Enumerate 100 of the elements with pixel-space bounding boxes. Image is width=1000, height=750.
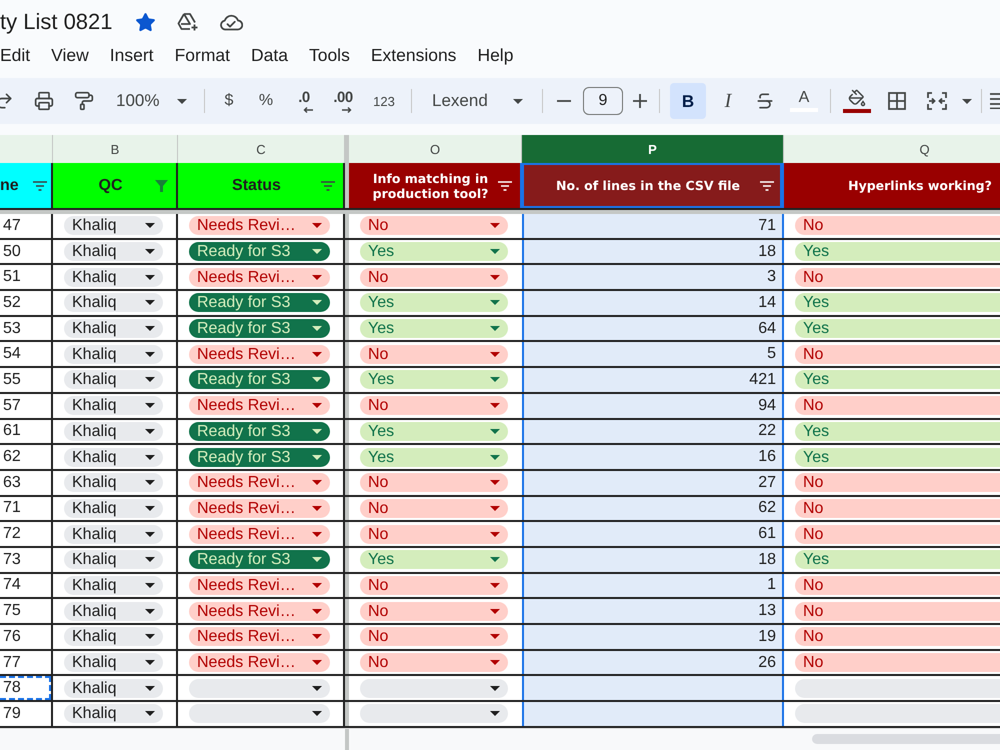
dropdown-chip[interactable]: Ready for S3 [189,242,330,262]
dropdown-chip[interactable]: Khaliq [64,473,163,492]
decimal-button[interactable]: .0 [289,85,319,117]
dropdown-chip[interactable]: Khaliq [64,498,163,518]
dropdown-chip[interactable]: Khaliq [64,678,163,698]
dropdown-chip[interactable]: No [795,473,1000,492]
dropdown-chip[interactable]: Needs Revi… [189,498,330,518]
dropdown-chip[interactable]: No [360,473,508,492]
dropdown-chip[interactable]: No [360,653,508,672]
font-dropdown[interactable]: Lexend [422,85,532,117]
format-button[interactable]: % [251,85,281,117]
dropdown-chip[interactable]: No [360,602,508,621]
dropdown-chip[interactable]: No [795,268,1000,287]
dropdown-chip[interactable]: Yes [795,242,1000,262]
font-size-field[interactable]: 9 [583,87,623,115]
dropdown-chip[interactable]: Khaliq [64,602,163,621]
dropdown-chip[interactable]: No [360,627,508,646]
dropdown-chip[interactable]: No [795,576,1000,595]
dropdown-chip[interactable]: No [795,653,1000,672]
dropdown-chip[interactable]: Yes [360,242,508,262]
text-style-button[interactable]: I [714,83,742,119]
dropdown-chip[interactable]: Needs Revi… [189,344,330,364]
decimal-button[interactable]: .00 [327,85,359,117]
dropdown-chip[interactable]: Needs Revi… [189,396,330,416]
dropdown-chip[interactable]: Ready for S3 [189,448,330,467]
drive-add-icon[interactable] [176,11,199,33]
dropdown-chip[interactable]: No [795,498,1000,518]
dropdown-chip[interactable]: Needs Revi… [189,627,330,646]
text-style-button[interactable]: B [670,83,706,119]
dropdown-chip[interactable]: Khaliq [64,550,163,570]
dropdown-chip[interactable]: No [360,524,508,544]
filter-icon[interactable] [33,180,47,190]
dropdown-chip[interactable]: Khaliq [64,370,163,390]
dropdown-chip[interactable]: Yes [795,319,1000,338]
dropdown-chip[interactable]: Ready for S3 [189,319,330,338]
column-letter[interactable]: P [522,135,784,163]
dropdown-chip[interactable]: No [795,627,1000,646]
menu-item[interactable]: Tools [308,44,350,66]
dropdown-chip[interactable]: Yes [360,448,508,467]
format-button[interactable]: $ [215,85,243,117]
dropdown-chip[interactable]: Khaliq [64,524,163,544]
dropdown-chip[interactable]: No [360,344,508,364]
dropdown-chip[interactable]: Needs Revi… [189,602,330,621]
dropdown-chip[interactable]: Khaliq [64,653,163,672]
dropdown-chip[interactable]: Yes [360,319,508,338]
dropdown-chip[interactable]: Ready for S3 [189,550,330,570]
dropdown-chip[interactable]: Yes [795,293,1000,312]
dropdown-chip[interactable]: Yes [360,422,508,441]
dropdown-chip[interactable]: Khaliq [64,319,163,338]
text-color-button[interactable]: A [788,85,820,117]
dropdown-chip[interactable]: No [360,396,508,416]
dropdown-chip[interactable]: Yes [795,550,1000,570]
dropdown-chip[interactable]: No [795,396,1000,416]
menu-item[interactable]: Data [251,44,288,66]
dropdown-chip[interactable]: Khaliq [64,293,163,312]
dropdown-chip[interactable]: Ready for S3 [189,422,330,441]
dropdown-chip[interactable]: Khaliq [64,396,163,416]
scrollbar-thumb[interactable] [812,734,1000,744]
dropdown-chip[interactable]: Yes [360,370,508,390]
dropdown-chip[interactable]: No [795,524,1000,544]
dropdown-chip[interactable]: No [795,216,1000,236]
zoom-dropdown[interactable]: 100% [108,85,194,117]
dropdown-chip[interactable]: Needs Revi… [189,653,330,672]
dropdown-chip[interactable]: Needs Revi… [189,473,330,492]
document-title[interactable]: ty List 0821 [0,9,113,35]
dropdown-chip[interactable]: Khaliq [64,242,163,262]
dropdown-chip[interactable]: No [360,498,508,518]
menu-item[interactable]: Format [174,44,230,66]
dropdown-chip[interactable]: Needs Revi… [189,216,330,236]
menu-item[interactable]: Insert [110,44,154,66]
dropdown-chip[interactable]: No [360,268,508,287]
dropdown-chip[interactable]: Needs Revi… [189,524,330,544]
menu-item[interactable]: Edit [0,44,30,66]
dropdown-chip[interactable]: Khaliq [64,344,163,364]
menu-item[interactable]: Extensions [370,44,456,66]
dropdown-chip[interactable]: Yes [795,422,1000,441]
dropdown-chip[interactable]: Yes [360,550,508,570]
dropdown-chip[interactable]: Ready for S3 [189,293,330,312]
dropdown-chip[interactable]: Yes [795,370,1000,390]
format-button[interactable]: 123 [367,85,401,117]
dropdown-chip[interactable]: Yes [795,448,1000,467]
dropdown-chip[interactable]: Khaliq [64,448,163,467]
dropdown-chip[interactable]: Khaliq [64,704,163,724]
dropdown-chip[interactable]: No [360,576,508,595]
dropdown-chip[interactable]: Needs Revi… [189,576,330,595]
dropdown-chip[interactable]: Khaliq [64,422,163,441]
dropdown-chip[interactable]: Khaliq [64,216,163,236]
dropdown-chip[interactable]: No [795,344,1000,364]
menu-item[interactable]: Help [477,44,514,66]
dropdown-chip[interactable]: Ready for S3 [189,370,330,390]
dropdown-chip[interactable]: Yes [360,293,508,312]
star-icon[interactable] [134,11,157,33]
dropdown-chip[interactable]: Needs Revi… [189,268,330,287]
dropdown-chip[interactable]: No [360,216,508,236]
dropdown-chip[interactable]: Khaliq [64,576,163,595]
dropdown-chip[interactable]: Khaliq [64,268,163,287]
filter-icon[interactable] [321,180,335,190]
dropdown-chip[interactable]: No [795,602,1000,621]
menu-item[interactable]: View [51,44,89,66]
dropdown-chip[interactable]: Khaliq [64,627,163,646]
